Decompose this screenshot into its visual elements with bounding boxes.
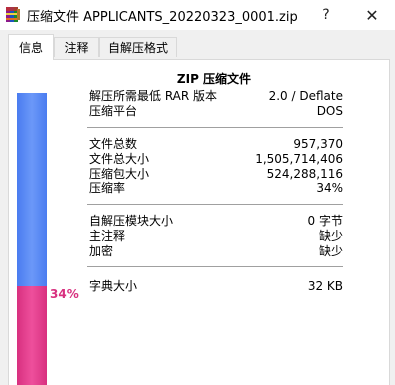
info-value: 2.0 / Deflate [268, 89, 343, 103]
archive-info-window: 压缩文件 APPLICANTS_20220323_0001.zip ? ✕ 信息… [0, 0, 395, 385]
title-bar: 压缩文件 APPLICANTS_20220323_0001.zip ? ✕ [0, 0, 395, 30]
ratio-bar-remaining [17, 93, 47, 286]
info-label: 压缩率 [89, 181, 126, 195]
info-label: 自解压模块大小 [89, 214, 174, 228]
info-row-ratio: 压缩率 34% [89, 181, 343, 196]
archive-type-heading: ZIP 压缩文件 [176, 72, 252, 86]
divider [87, 266, 343, 267]
info-value: 缺少 [318, 244, 343, 258]
info-label: 压缩包大小 [89, 167, 150, 181]
info-label: 文件总大小 [89, 152, 150, 166]
info-row-platform: 压缩平台 DOS [89, 104, 343, 119]
info-label: 字典大小 [89, 279, 138, 293]
divider [87, 127, 343, 128]
winrar-archive-icon [5, 6, 21, 23]
info-value: 524,288,116 [266, 167, 343, 181]
info-value: 32 KB [307, 279, 343, 293]
info-row-min-version: 解压所需最低 RAR 版本 2.0 / Deflate [89, 89, 343, 104]
info-row-encryption: 加密 缺少 [89, 244, 343, 259]
compression-ratio-bar [17, 93, 47, 385]
info-row-main-comment: 主注释 缺少 [89, 229, 343, 244]
info-label: 加密 [89, 244, 114, 258]
tab-info[interactable]: 信息 [8, 34, 54, 60]
tab-comment[interactable]: 注释 [54, 37, 99, 57]
info-row-file-count: 文件总数 957,370 [89, 137, 343, 152]
info-value: DOS [316, 104, 343, 118]
info-label: 文件总数 [89, 137, 138, 151]
help-button[interactable]: ? [303, 0, 349, 30]
window-title: 压缩文件 APPLICANTS_20220323_0001.zip [27, 10, 298, 25]
info-label: 主注释 [89, 229, 126, 243]
info-value: 缺少 [318, 229, 343, 243]
info-value: 957,370 [293, 137, 343, 151]
info-row-sfx-size: 自解压模块大小 0 字节 [89, 214, 343, 229]
info-value: 34% [316, 181, 343, 195]
tab-sfx[interactable]: 自解压格式 [99, 37, 177, 57]
info-label: 压缩平台 [89, 104, 138, 118]
tab-strip: 信息 注释 自解压格式 [0, 30, 395, 60]
info-row-total-size: 文件总大小 1,505,714,406 [89, 152, 343, 167]
close-button[interactable]: ✕ [349, 0, 395, 30]
info-row-archive-size: 压缩包大小 524,288,116 [89, 167, 343, 182]
ratio-bar-compressed [17, 286, 47, 385]
ratio-label: 34% [50, 287, 79, 301]
info-value: 0 字节 [307, 214, 343, 228]
info-row-dictionary-size: 字典大小 32 KB [89, 279, 343, 294]
divider [87, 204, 343, 205]
info-label: 解压所需最低 RAR 版本 [89, 89, 218, 103]
info-value: 1,505,714,406 [255, 152, 343, 166]
